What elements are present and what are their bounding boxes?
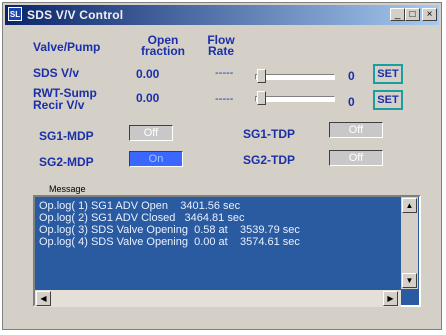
log-line: Op.log( 3) SDS Valve Opening 0.58 at 353… bbox=[39, 224, 300, 236]
header-valve-pump: Valve/Pump bbox=[33, 40, 101, 54]
sg1-tdp-toggle[interactable]: Off bbox=[329, 122, 383, 138]
rwt-sump-slider[interactable] bbox=[255, 96, 335, 102]
app-icon: SL bbox=[8, 7, 22, 21]
rwt-sump-open-fraction: 0.00 bbox=[136, 91, 160, 105]
rwt-sump-slider-thumb[interactable] bbox=[257, 91, 266, 105]
header-open-fraction: Open fraction bbox=[140, 33, 185, 58]
sds-vv-slider-thumb[interactable] bbox=[257, 69, 266, 83]
window-title: SDS V/V Control bbox=[27, 8, 124, 22]
rwt-sump-recir-label: RWT-Sump Recir V/v bbox=[33, 86, 97, 112]
rwt-sump-set-button[interactable]: SET bbox=[373, 90, 403, 110]
maximize-button[interactable]: □ bbox=[405, 8, 420, 21]
sds-control-window: SL SDS V/V Control _ □ × Valve/Pump Open… bbox=[2, 2, 442, 330]
sg1-tdp-label: SG1-TDP bbox=[243, 127, 296, 141]
sg2-mdp-label: SG2-MDP bbox=[39, 155, 94, 169]
sds-vv-open-fraction: 0.00 bbox=[136, 67, 160, 81]
message-label: Message bbox=[49, 184, 86, 194]
sg1-mdp-toggle[interactable]: Off bbox=[129, 125, 173, 141]
title-bar[interactable]: SL SDS V/V Control _ □ × bbox=[5, 5, 439, 25]
minimize-button[interactable]: _ bbox=[390, 8, 405, 21]
log-line: Op.log( 4) SDS Valve Opening 0.00 at 357… bbox=[39, 236, 300, 248]
rwt-sump-flow-rate: ----- bbox=[215, 93, 234, 105]
sds-vv-set-button[interactable]: SET bbox=[373, 64, 403, 84]
horizontal-scrollbar[interactable]: ◀ ▶ bbox=[35, 290, 401, 307]
scroll-right-icon[interactable]: ▶ bbox=[383, 291, 398, 306]
sds-vv-label: SDS V/v bbox=[33, 66, 80, 80]
scroll-up-icon[interactable]: ▲ bbox=[402, 198, 417, 213]
scroll-left-icon[interactable]: ◀ bbox=[36, 291, 51, 306]
sg1-mdp-label: SG1-MDP bbox=[39, 129, 94, 143]
log-line: Op.log( 1) SG1 ADV Open 3401.56 sec bbox=[39, 200, 241, 212]
sds-vv-flow-rate: ----- bbox=[215, 67, 234, 79]
log-line: Op.log( 2) SG1 ADV Closed 3464.81 sec bbox=[39, 212, 245, 224]
sg2-tdp-toggle[interactable]: Off bbox=[329, 150, 383, 166]
vertical-scrollbar[interactable]: ▲ ▼ bbox=[401, 197, 418, 289]
close-button[interactable]: × bbox=[422, 8, 437, 21]
sg2-mdp-toggle[interactable]: On bbox=[129, 151, 183, 167]
scroll-down-icon[interactable]: ▼ bbox=[402, 273, 417, 288]
header-flow-rate: Flow Rate bbox=[207, 33, 235, 58]
sds-vv-slider[interactable] bbox=[255, 74, 335, 80]
sg2-tdp-label: SG2-TDP bbox=[243, 153, 296, 167]
sds-vv-slider-value: 0 bbox=[348, 69, 355, 83]
rwt-sump-slider-value: 0 bbox=[348, 95, 355, 109]
